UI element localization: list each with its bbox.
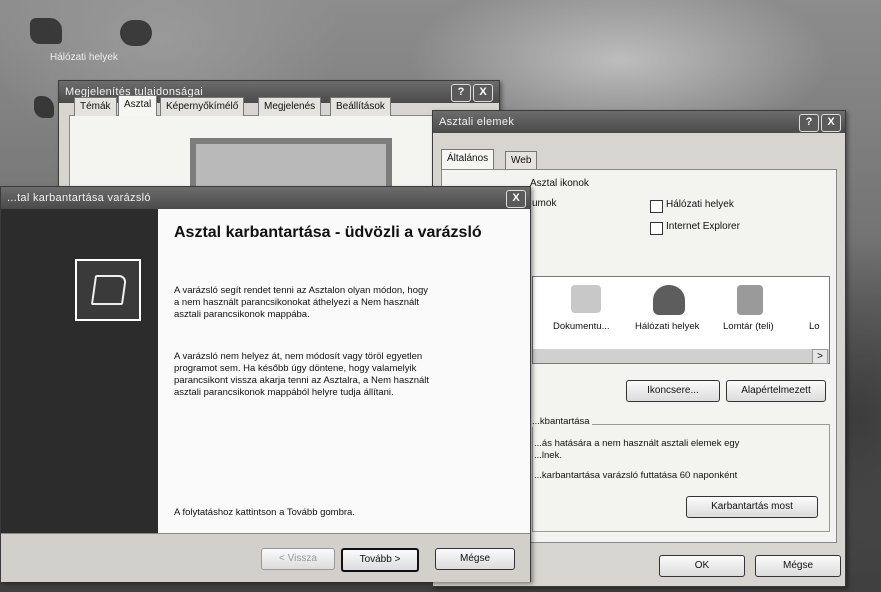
- tab-appearance[interactable]: Megjelenés: [258, 97, 322, 116]
- network-places-icon[interactable]: [653, 285, 685, 315]
- close-button[interactable]: X: [506, 190, 526, 208]
- tab-screensaver[interactable]: Képernyőkímélő: [160, 97, 245, 116]
- clean-desktop-now-button[interactable]: Karbantartás most: [686, 496, 818, 518]
- back-button[interactable]: < Vissza: [261, 548, 335, 570]
- folder-icon: [90, 275, 128, 305]
- scroll-right-button[interactable]: >: [812, 349, 828, 364]
- wizard-heading: Asztal karbantartása - üdvözli a varázsl…: [174, 224, 482, 241]
- help-button[interactable]: ?: [451, 84, 471, 102]
- cleanup-description: ...ás hatására a nem használt asztali el…: [534, 438, 740, 461]
- icon-label: Hálózati helyek: [635, 321, 700, 332]
- wizard-paragraph-2: A varázsló nem helyez át, nem módosít va…: [174, 351, 430, 398]
- recycle-bin-icon[interactable]: [737, 285, 763, 315]
- horizontal-scrollbar[interactable]: >: [533, 349, 829, 364]
- checkbox-label: Internet Explorer: [666, 221, 740, 232]
- icon-label: Lo: [809, 321, 820, 332]
- wizard-content: Asztal karbantartása - üdvözli a varázsl…: [158, 209, 530, 533]
- tab-settings[interactable]: Beállítások: [330, 97, 391, 116]
- network-icon: [30, 18, 62, 44]
- tab-general[interactable]: Általános: [441, 149, 495, 170]
- partial-checkbox-label: umok: [532, 198, 557, 209]
- wizard-side-panel: [1, 209, 158, 533]
- paint-icon: [120, 20, 152, 46]
- window-title: ...tal karbantartása varázsló: [1, 187, 530, 209]
- cancel-button[interactable]: Mégse: [755, 555, 841, 577]
- checkbox-label: Hálózati helyek: [666, 199, 734, 210]
- restore-default-button[interactable]: Alapértelmezett: [726, 380, 826, 402]
- desktop-icons-group-label: Asztal ikonok: [530, 178, 589, 189]
- wizard-paragraph-1: A varázsló segít rendet tenni az Asztalo…: [174, 285, 429, 320]
- wizard-continue-text: A folytatáshoz kattintson a Tovább gombr…: [174, 507, 355, 518]
- folder-icon: [34, 96, 54, 118]
- documents-icon[interactable]: [571, 285, 601, 313]
- help-button[interactable]: ?: [799, 114, 819, 132]
- internet-explorer-checkbox[interactable]: [650, 222, 663, 235]
- change-icon-button[interactable]: Ikoncsere...: [626, 380, 720, 402]
- window-title: Asztali elemek: [433, 111, 845, 133]
- network-places-checkbox[interactable]: [650, 200, 663, 213]
- cleanup-group-label: ...kbantartása: [530, 416, 592, 427]
- icon-label: Lomtár (teli): [723, 321, 774, 332]
- close-button[interactable]: X: [473, 84, 493, 102]
- wizard-folder-icon-frame: [75, 259, 141, 321]
- icon-list[interactable]: Dokumentu... Hálózati helyek Lomtár (tel…: [532, 276, 830, 364]
- wizard-button-bar: < Vissza Tovább > Mégse: [1, 533, 530, 582]
- close-button[interactable]: X: [821, 114, 841, 132]
- desktop-icon-paint[interactable]: [120, 20, 160, 54]
- next-button[interactable]: Tovább >: [341, 548, 419, 572]
- desktop-cleanup-wizard-window[interactable]: ...tal karbantartása varázsló X Asztal k…: [0, 186, 531, 582]
- tab-themes[interactable]: Témák: [74, 97, 117, 116]
- icon-label: Dokumentu...: [553, 321, 610, 332]
- ok-button[interactable]: OK: [659, 555, 745, 577]
- cancel-button[interactable]: Mégse: [435, 548, 515, 570]
- tab-web[interactable]: Web: [505, 151, 538, 170]
- tab-desktop[interactable]: Asztal: [118, 95, 158, 116]
- desktop-icon-network[interactable]: Hálózati helyek: [30, 18, 118, 63]
- cleanup-checkbox-label[interactable]: ...karbantartása varázsló futtatása 60 n…: [534, 470, 737, 481]
